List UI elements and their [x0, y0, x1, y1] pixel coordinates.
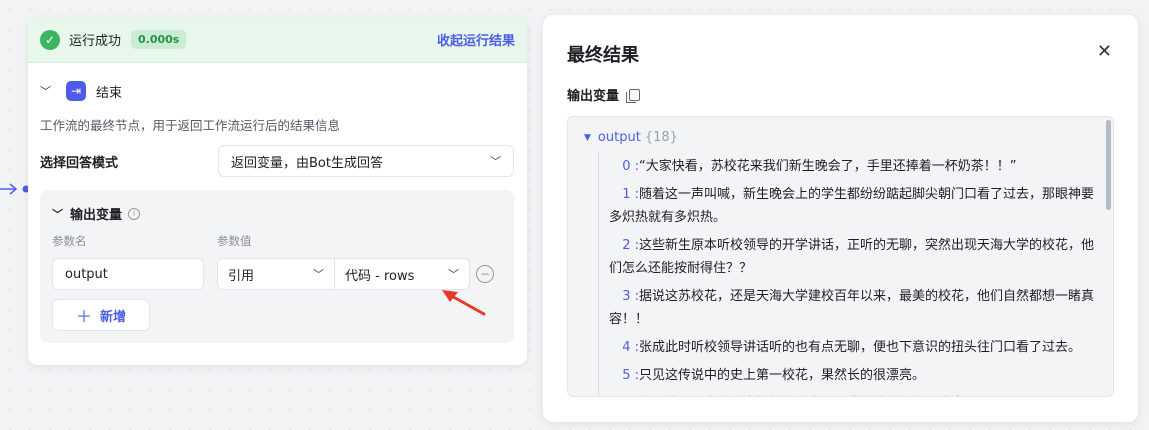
output-section-header[interactable]: ﹀ 输出变量 i	[52, 204, 502, 223]
item-index: 6 :	[609, 392, 639, 396]
item-index: 3 :	[622, 289, 639, 304]
param-name-input[interactable]: output	[52, 258, 204, 290]
answer-mode-row: 选择回答模式 返回变量，由Bot生成回答 ﹀	[28, 144, 527, 178]
end-node-icon: ⇥	[66, 81, 86, 101]
tree-key: output	[597, 130, 641, 145]
item-text: 这些新生原本听校领导的开学讲话，正听的无聊，突然出现天海大学的校花，他们怎么还能…	[609, 238, 1095, 276]
close-icon[interactable]: ✕	[1097, 41, 1112, 62]
json-viewer[interactable]: ▼ output {18} 0 : “大家快看，苏校花来我们新生晚会了，手里还捧…	[567, 116, 1114, 397]
ref-value-text: 代码 - rows	[345, 268, 415, 284]
list-item: 2 : 这些新生原本听校领导的开学讲话，正听的无聊，突然出现天海大学的校花，他们…	[599, 231, 1095, 282]
list-item: 4 : 张成此时听校领导讲话听的也有点无聊，便也下意识的扭头往门口看了过去。	[599, 333, 1095, 361]
output-variables-label: 输出变量	[567, 89, 620, 104]
chevron-down-icon: ﹀	[313, 268, 324, 281]
answer-mode-label: 选择回答模式	[40, 155, 119, 171]
answer-mode-value: 返回变量，由Bot生成回答	[231, 155, 383, 171]
param-column-headers: 参数名 参数值	[52, 233, 502, 249]
list-item: 0 : “大家快看，苏校花来我们新生晚会了，手里还捧着一杯奶茶！！”	[599, 152, 1095, 180]
ref-type-select[interactable]: 引用 ﹀	[217, 258, 335, 290]
item-text: 随着这一声叫喊，新生晚会上的学生都纷纷踮起脚尖朝门口看了过去，那眼神要多炽热就有…	[609, 187, 1095, 225]
tree-count: {18}	[644, 130, 678, 145]
plus-icon: ＋	[75, 307, 92, 326]
item-text: 只见这传说中的史上第一校花，果然长的很漂亮。	[639, 368, 926, 383]
list-item: 1 : 随着这一声叫喊，新生晚会上的学生都纷纷踮起脚尖朝门口看了过去，那眼神要多…	[599, 180, 1095, 231]
item-index: 4 :	[622, 340, 639, 355]
param-value-header: 参数值	[217, 234, 252, 248]
chevron-down-icon[interactable]: ﹀	[52, 206, 70, 222]
add-param-label: 新增	[100, 309, 127, 325]
item-index: 0 :	[622, 159, 639, 174]
answer-mode-select[interactable]: 返回变量，由Bot生成回答 ﹀	[218, 145, 514, 177]
item-text: 据说这苏校花，还是天海大学建校百年以来，最美的校花，他们自然都想一睹真容！！	[609, 289, 1095, 327]
item-index: 1 :	[622, 187, 639, 202]
copy-icon[interactable]	[626, 88, 641, 103]
final-result-panel: 最终结果 ✕ 输出变量 ▼ output {18} 0 : “大家快看，苏校花来…	[543, 15, 1138, 422]
run-status: 运行成功	[69, 34, 122, 49]
ref-value-select[interactable]: 代码 - rows ﹀	[335, 258, 470, 290]
item-index: 2 :	[622, 238, 639, 253]
list-item: 3 : 据说这苏校花，还是天海大学建校百年以来，最美的校花，他们自然都想一睹真容…	[599, 282, 1095, 333]
caret-down-icon[interactable]: ▼	[584, 133, 591, 143]
run-time-badge: 0.000s	[131, 30, 187, 49]
output-variables-title: 输出变量	[567, 85, 641, 104]
remove-param-button[interactable]: −	[476, 265, 494, 283]
ref-type-value: 引用	[228, 268, 255, 284]
info-icon[interactable]: i	[128, 207, 141, 220]
input-connector-arrow	[0, 183, 30, 195]
list-item: 6 : 乌黑的三千青丝随意的披散在肩后，绝美的容颜令人窒息，里倾国倾城	[599, 389, 1095, 397]
param-name-header: 参数名	[52, 234, 87, 248]
param-row: output 引用 ﹀ 代码 - rows ﹀ −	[52, 258, 502, 290]
node-description: 工作流的最终节点，用于返回工作流运行后的结果信息	[40, 118, 341, 133]
output-section-title: 输出变量	[70, 208, 123, 223]
annotation-arrow	[442, 290, 486, 316]
run-result-bar: ✓ 运行成功 0.000s 收起运行结果	[28, 17, 527, 63]
success-check-icon: ✓	[40, 29, 60, 50]
item-text: 乌黑的三千青丝随意的披散在肩后，绝美的容颜令人窒息，里倾国倾城	[639, 396, 1042, 397]
result-panel-title: 最终结果	[567, 45, 639, 66]
item-text: “大家快看，苏校花来我们新生晚会了，手里还捧着一杯奶茶！！”	[639, 159, 1017, 174]
collapse-result-link[interactable]: 收起运行结果	[437, 30, 515, 49]
tree-root[interactable]: ▼ output {18}	[584, 130, 678, 145]
tree-items: 0 : “大家快看，苏校花来我们新生晚会了，手里还捧着一杯奶茶！！” 1 : 随着…	[598, 152, 1095, 397]
item-index: 5 :	[622, 368, 639, 383]
chevron-down-icon: ﹀	[448, 268, 459, 281]
item-text: 张成此时听校领导讲话听的也有点无聊，便也下意识的扭头往门口看了过去。	[639, 340, 1082, 355]
output-variables-section: ﹀ 输出变量 i 参数名 参数值 output 引用 ﹀ 代码 - rows ﹀…	[40, 190, 514, 343]
node-title: 结束	[96, 85, 123, 101]
add-param-button[interactable]: ＋ 新增	[52, 299, 150, 331]
chevron-down-icon: ﹀	[490, 155, 501, 168]
scrollbar[interactable]	[1106, 120, 1111, 210]
chevron-down-icon[interactable]: ﹀	[40, 83, 60, 99]
node-header: ﹀ ⇥ 结束	[28, 63, 527, 105]
list-item: 5 : 只见这传说中的史上第一校花，果然长的很漂亮。	[599, 361, 1095, 389]
